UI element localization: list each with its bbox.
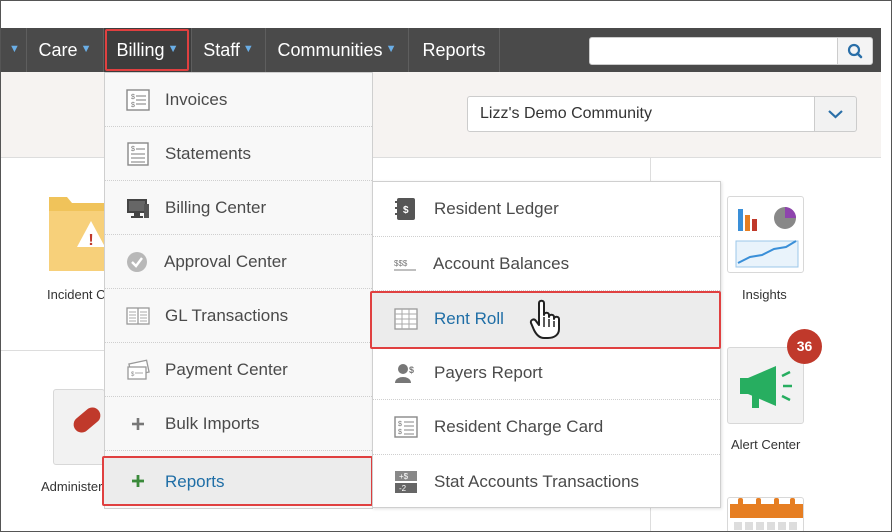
alert-center-label: Alert Center (731, 437, 801, 452)
reports-menu-item-label: Stat Accounts Transactions (434, 471, 640, 491)
billing-menu-item-gl-transactions[interactable]: GL Transactions (105, 289, 372, 343)
incident-label: Incident C (47, 287, 106, 302)
statement-icon: $ (127, 142, 149, 166)
reports-menu-item-label: Resident Charge Card (434, 417, 604, 436)
reports-menu-item-account-balances[interactable]: $$$ Account Balances (373, 237, 720, 291)
search-icon (847, 43, 863, 59)
billing-menu-item-label: Bulk Imports (165, 414, 260, 433)
svg-text:-2: -2 (399, 484, 407, 493)
nav-item-staff-label: Staff (203, 40, 240, 60)
plus-icon (132, 475, 144, 487)
incident-folder-icon: ! (49, 197, 105, 271)
insights-tile[interactable] (727, 196, 804, 273)
billing-menu-item-label: Reports (165, 472, 225, 491)
dollar-signs-icon: $$$ (394, 259, 416, 271)
chevron-down-icon: ▼ (385, 43, 397, 56)
reports-menu-item-label: Account Balances (433, 253, 570, 273)
nav-item-prev-caret[interactable]: ▼ (1, 28, 25, 72)
calendar-icon (730, 498, 803, 530)
reports-menu-item-label: Resident Ledger (434, 199, 559, 218)
administer-label: Administer (41, 479, 103, 494)
reports-menu-item-stat-accounts[interactable]: +$ -2 Stat Accounts Transactions (373, 455, 720, 510)
billing-menu-item-invoices[interactable]: $ $ Invoices (105, 73, 372, 127)
ledger-icon: $ (395, 198, 415, 220)
svg-text:$$$: $$$ (394, 259, 408, 268)
dashboard-divider (1, 350, 104, 351)
nav-item-reports[interactable]: Reports (409, 28, 499, 72)
ledger-book-icon (126, 307, 150, 325)
svg-text:$: $ (398, 421, 402, 428)
billing-menu-item-label: Payment Center (165, 360, 288, 379)
svg-text:$: $ (403, 205, 409, 216)
billing-menu-item-reports[interactable]: Reports (102, 456, 373, 506)
svg-text:!: ! (88, 232, 93, 249)
nav-item-staff[interactable]: Staff ▼ (192, 28, 265, 72)
billing-menu-item-statements[interactable]: $ Statements (105, 127, 372, 181)
billing-menu-item-label: Billing Center (165, 198, 267, 217)
billing-menu-item-label: Invoices (165, 90, 228, 109)
nav-item-care-label: Care (38, 40, 78, 60)
svg-text:$: $ (398, 429, 402, 436)
chevron-down-icon: ▼ (80, 43, 92, 56)
billing-menu-item-approval-center[interactable]: Approval Center (105, 235, 372, 289)
nav-item-communities[interactable]: Communities ▼ (266, 28, 408, 72)
billing-menu-item-bulk-imports[interactable]: Bulk Imports (105, 397, 372, 451)
pill-icon (73, 407, 101, 433)
reports-menu-item-label: Payers Report (434, 362, 543, 382)
calendar-tile[interactable] (727, 497, 804, 531)
billing-menu-item-label: Statements (165, 144, 251, 163)
billing-menu-item-payment-center[interactable]: $ Payment Center (105, 343, 372, 397)
reports-menu-item-payers-report[interactable]: $ Payers Report (373, 346, 720, 400)
charge-card-icon: $ $ (394, 416, 418, 438)
app-frame: ▼ Care ▼ Billing ▼ Staff ▼ Communities ▼ Rep… (0, 0, 892, 532)
svg-text:$: $ (131, 94, 135, 101)
community-select-button[interactable] (814, 96, 857, 132)
stat-accounts-icon: +$ -2 (395, 470, 417, 493)
nav-separator (499, 28, 500, 72)
svg-text:$: $ (409, 365, 414, 375)
chevron-down-icon (828, 110, 843, 119)
invoice-icon: $ $ (126, 89, 150, 111)
nav-item-care[interactable]: Care ▼ (27, 28, 103, 72)
billing-menu-item-billing-center[interactable]: Billing Center (105, 181, 372, 235)
payers-icon: $ (395, 363, 414, 383)
billing-menu-item-label: Approval Center (164, 252, 287, 271)
payment-icon: $ (127, 359, 150, 380)
insights-label: Insights (742, 287, 787, 302)
nav-item-communities-label: Communities (277, 40, 383, 60)
reports-menu-item-resident-charge-card[interactable]: $ $ Resident Charge Card (373, 400, 720, 455)
computer-icon (127, 199, 149, 218)
hand-cursor-icon (529, 299, 560, 339)
administer-tile[interactable] (53, 389, 105, 465)
check-circle-icon (127, 252, 147, 272)
search-input[interactable] (589, 37, 839, 65)
billing-menu-item-label: GL Transactions (165, 306, 289, 325)
plus-icon (132, 418, 144, 430)
chevron-down-icon: ▼ (242, 43, 254, 56)
reports-menu-item-label: Rent Roll (434, 309, 504, 328)
alert-count-badge: 36 (787, 329, 822, 364)
table-icon (394, 308, 418, 330)
svg-text:$: $ (131, 146, 135, 153)
billing-dropdown: $ $ Invoices $ Statements Billing Center… (104, 72, 373, 509)
nav-item-reports-label: Reports (422, 40, 486, 60)
svg-text:+$: +$ (399, 472, 409, 481)
search-button[interactable] (837, 37, 873, 65)
svg-text:$: $ (131, 102, 135, 109)
insights-chart-icon (735, 207, 799, 268)
community-select[interactable]: Lizz's Demo Community (467, 96, 815, 132)
billing-highlight (105, 29, 189, 71)
reports-menu-item-resident-ledger[interactable]: $ Resident Ledger (373, 182, 720, 237)
